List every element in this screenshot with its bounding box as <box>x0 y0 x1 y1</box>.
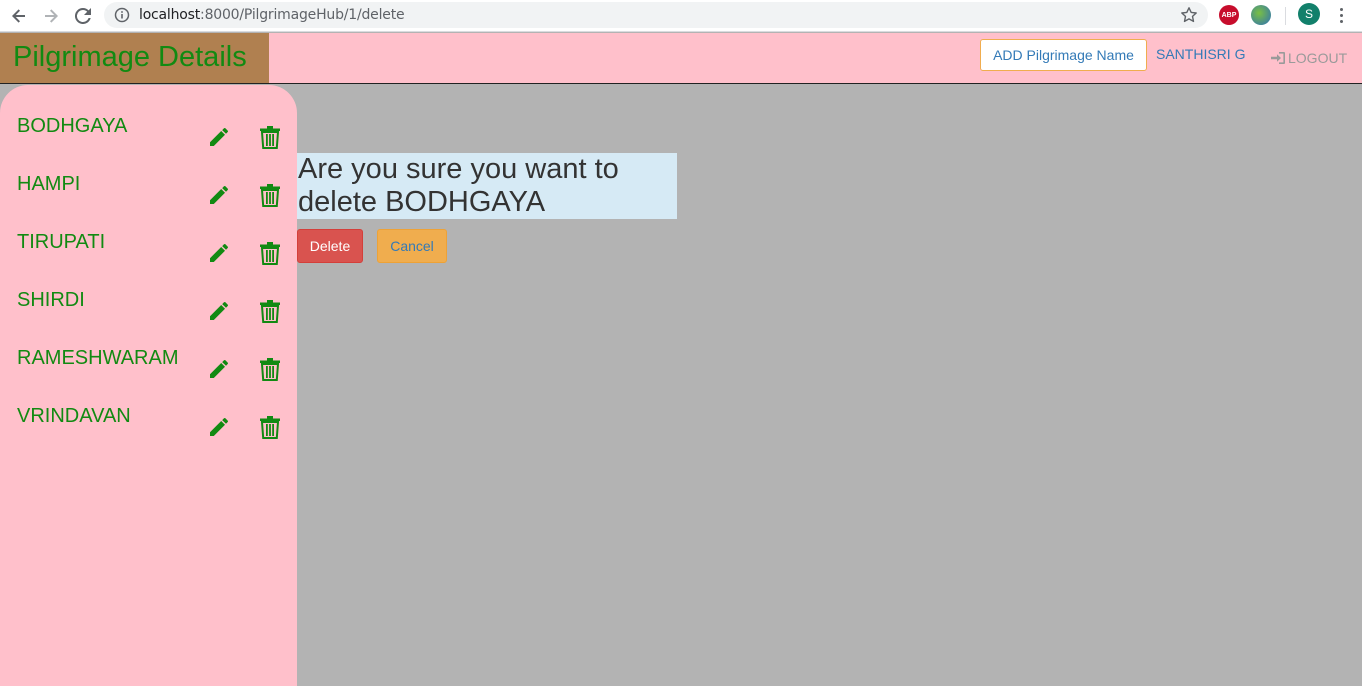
sidebar-item-tirupati: TIRUPATI <box>0 231 297 281</box>
user-name-link[interactable]: SANTHISRI G <box>1156 46 1245 62</box>
add-pilgrimage-button[interactable]: ADD Pilgrimage Name <box>980 39 1147 71</box>
forward-button[interactable] <box>39 4 63 28</box>
globe-extension-icon[interactable] <box>1251 5 1271 25</box>
sidebar-item-bodhgaya: BODHGAYA <box>0 115 297 165</box>
sidebar-item-shirdi: SHIRDI <box>0 289 297 339</box>
trash-icon[interactable] <box>259 299 281 323</box>
sidebar-item-rameshwaram: RAMESHWARAM <box>0 347 297 397</box>
reload-icon <box>75 8 91 24</box>
browser-toolbar: localhost:8000/PilgrimageHub/1/delete AB… <box>0 0 1362 32</box>
pencil-icon[interactable] <box>207 241 231 265</box>
bookmark-star-icon[interactable] <box>1180 6 1198 29</box>
url-path: :8000/PilgrimageHub/1/delete <box>200 7 405 23</box>
url-host: localhost <box>139 7 201 23</box>
sidebar-item-hampi: HAMPI <box>0 173 297 223</box>
sidebar-item-label[interactable]: TIRUPATI <box>17 231 105 254</box>
pencil-icon[interactable] <box>207 183 231 207</box>
arrow-left-icon <box>12 9 25 23</box>
sidebar-item-label[interactable]: RAMESHWARAM <box>17 347 178 370</box>
app-header: Pilgrimage Details ADD Pilgrimage Name S… <box>0 33 1362 84</box>
page-title: Pilgrimage Details <box>0 33 269 83</box>
trash-icon[interactable] <box>259 183 281 207</box>
sign-in-icon <box>1271 52 1285 64</box>
logout-link[interactable]: LOGOUT <box>1270 50 1347 66</box>
info-icon[interactable] <box>114 7 130 28</box>
pencil-icon[interactable] <box>207 357 231 381</box>
sidebar-item-label[interactable]: BODHGAYA <box>17 115 127 138</box>
logout-label: LOGOUT <box>1288 50 1348 66</box>
pencil-icon[interactable] <box>207 415 231 439</box>
delete-confirm-message: Are you sure you want to delete BODHGAYA <box>297 153 677 219</box>
adblock-extension-icon[interactable]: ABP <box>1219 5 1239 25</box>
delete-button[interactable]: Delete <box>297 229 363 263</box>
trash-icon[interactable] <box>259 125 281 149</box>
toolbar-divider <box>1285 7 1286 25</box>
menu-kebab-icon[interactable] <box>1333 5 1349 25</box>
sidebar-item-label[interactable]: VRINDAVAN <box>17 405 131 428</box>
url-text: localhost:8000/PilgrimageHub/1/delete <box>139 7 405 23</box>
sidebar: BODHGAYA HAMPI TIRUPATI SHIRDI RAMESHWAR… <box>0 85 297 686</box>
address-bar[interactable]: localhost:8000/PilgrimageHub/1/delete <box>104 2 1208 28</box>
back-button[interactable] <box>7 4 31 28</box>
cancel-button[interactable]: Cancel <box>377 229 447 263</box>
profile-avatar[interactable]: S <box>1298 3 1320 25</box>
trash-icon[interactable] <box>259 357 281 381</box>
sidebar-item-label[interactable]: SHIRDI <box>17 289 85 312</box>
sidebar-item-vrindavan: VRINDAVAN <box>0 405 297 455</box>
pencil-icon[interactable] <box>207 125 231 149</box>
pencil-icon[interactable] <box>207 299 231 323</box>
reload-button[interactable] <box>71 4 95 28</box>
arrow-right-icon <box>45 9 58 23</box>
abp-label: ABP <box>1221 11 1237 19</box>
trash-icon[interactable] <box>259 415 281 439</box>
trash-icon[interactable] <box>259 241 281 265</box>
sidebar-item-label[interactable]: HAMPI <box>17 173 80 196</box>
profile-initial: S <box>1304 7 1313 21</box>
